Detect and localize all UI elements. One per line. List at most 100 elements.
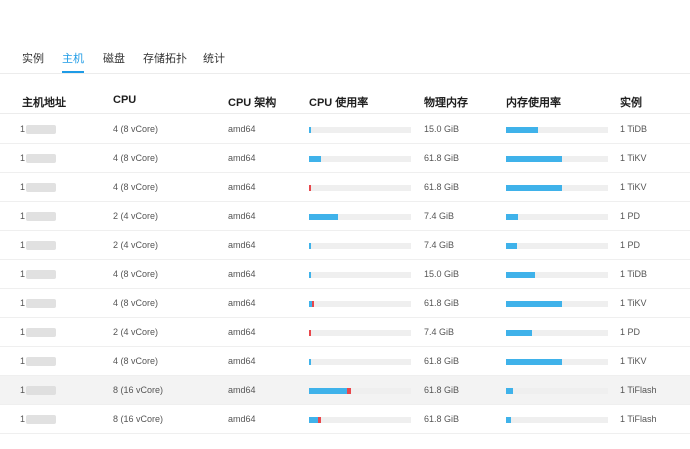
physical-memory: 61.8 GiB (424, 298, 460, 308)
cpu-usage-fill (309, 272, 311, 278)
cpu-usage-fill (309, 214, 338, 220)
instance-count[interactable]: 1 PD (620, 240, 640, 250)
table-row[interactable]: 1 2 (4 vCore) amd64 7.4 GiB 1 PD (0, 202, 690, 231)
instance-count[interactable]: 1 TiKV (620, 298, 647, 308)
physical-memory: 61.8 GiB (424, 153, 460, 163)
cpu-arch: amd64 (228, 211, 256, 221)
table-row[interactable]: 1 2 (4 vCore) amd64 7.4 GiB 1 PD (0, 318, 690, 347)
cpu-usage-critical (312, 301, 314, 307)
physical-memory: 61.8 GiB (424, 356, 460, 366)
cpu-usage-fill (309, 359, 311, 365)
redacted-address-mask (26, 183, 56, 192)
table-row[interactable]: 1 4 (8 vCore) amd64 61.8 GiB 1 TiKV (0, 173, 690, 202)
column-header-cpu[interactable]: CPU (113, 94, 136, 106)
memory-usage-bar (506, 272, 608, 278)
cpu-usage-critical (347, 388, 351, 394)
memory-usage-bar (506, 214, 608, 220)
cpu-arch: amd64 (228, 327, 256, 337)
physical-memory: 7.4 GiB (424, 211, 455, 221)
instance-count[interactable]: 1 PD (620, 211, 640, 221)
cpu-arch: amd64 (228, 240, 256, 250)
cpu-usage-bar (309, 127, 411, 133)
memory-usage-fill (506, 301, 562, 307)
cpu-usage-bar (309, 185, 411, 191)
tab-hosts[interactable]: 主机 (62, 50, 84, 66)
active-tab-indicator (62, 71, 84, 73)
redacted-address-mask (26, 386, 56, 395)
memory-usage-fill (506, 388, 513, 394)
host-address-text: 1 (20, 182, 26, 192)
cpu-usage-bar (309, 417, 411, 423)
table-header: 主机地址 CPU CPU 架构 CPU 使用率 物理内存 内存使用率 实例 (0, 74, 690, 114)
cpu-cores: 2 (4 vCore) (113, 240, 159, 250)
column-header-cpu-usage[interactable]: CPU 使用率 (309, 94, 368, 110)
host-address: 1 (20, 269, 66, 280)
instance-count[interactable]: 1 PD (620, 327, 640, 337)
memory-usage-bar (506, 243, 608, 249)
physical-memory: 15.0 GiB (424, 124, 460, 134)
memory-usage-fill (506, 243, 517, 249)
memory-usage-fill (506, 156, 562, 162)
tab-disks[interactable]: 磁盘 (103, 50, 125, 66)
cpu-usage-bar (309, 156, 411, 162)
table-row[interactable]: 1 4 (8 vCore) amd64 15.0 GiB 1 TiDB (0, 115, 690, 144)
instance-count[interactable]: 1 TiFlash (620, 385, 657, 395)
cpu-arch: amd64 (228, 124, 256, 134)
physical-memory: 61.8 GiB (424, 182, 460, 192)
host-address: 1 (20, 327, 66, 338)
redacted-address-mask (26, 299, 56, 308)
instance-count[interactable]: 1 TiFlash (620, 414, 657, 424)
cpu-arch: amd64 (228, 298, 256, 308)
instance-count[interactable]: 1 TiDB (620, 269, 647, 279)
cpu-usage-fill (309, 388, 347, 394)
table-row[interactable]: 1 2 (4 vCore) amd64 7.4 GiB 1 PD (0, 231, 690, 260)
instance-count[interactable]: 1 TiKV (620, 153, 647, 163)
table-row[interactable]: 1 4 (8 vCore) amd64 61.8 GiB 1 TiKV (0, 289, 690, 318)
cpu-usage-fill (309, 127, 311, 133)
memory-usage-bar (506, 301, 608, 307)
instance-count[interactable]: 1 TiDB (620, 124, 647, 134)
table-row[interactable]: 1 8 (16 vCore) amd64 61.8 GiB 1 TiFlash (0, 376, 690, 405)
host-address: 1 (20, 153, 66, 164)
instance-count[interactable]: 1 TiKV (620, 182, 647, 192)
cpu-usage-bar (309, 243, 411, 249)
host-address: 1 (20, 414, 66, 425)
tab-statistics[interactable]: 统计 (203, 50, 225, 66)
column-header-arch[interactable]: CPU 架构 (228, 94, 276, 110)
cpu-cores: 4 (8 vCore) (113, 269, 159, 279)
physical-memory: 61.8 GiB (424, 385, 460, 395)
memory-usage-fill (506, 127, 538, 133)
physical-memory: 7.4 GiB (424, 327, 455, 337)
redacted-address-mask (26, 270, 56, 279)
cpu-arch: amd64 (228, 356, 256, 366)
cpu-cores: 4 (8 vCore) (113, 182, 159, 192)
host-address-text: 1 (20, 414, 26, 424)
instance-count[interactable]: 1 TiKV (620, 356, 647, 366)
cpu-cores: 2 (4 vCore) (113, 211, 159, 221)
cpu-usage-bar (309, 359, 411, 365)
host-address-text: 1 (20, 211, 26, 221)
memory-usage-bar (506, 156, 608, 162)
memory-usage-bar (506, 359, 608, 365)
column-header-instance[interactable]: 实例 (620, 94, 642, 110)
redacted-address-mask (26, 357, 56, 366)
table-row[interactable]: 1 4 (8 vCore) amd64 61.8 GiB 1 TiKV (0, 347, 690, 376)
tab-storage-topology[interactable]: 存储拓扑 (143, 50, 187, 66)
cpu-usage-critical (318, 417, 321, 423)
tab-instances[interactable]: 实例 (22, 50, 44, 66)
table-row[interactable]: 1 4 (8 vCore) amd64 61.8 GiB 1 TiKV (0, 144, 690, 173)
host-address-text: 1 (20, 298, 26, 308)
column-header-memory[interactable]: 物理内存 (424, 94, 468, 110)
redacted-address-mask (26, 328, 56, 337)
column-header-memory-usage[interactable]: 内存使用率 (506, 94, 561, 110)
table-row[interactable]: 1 8 (16 vCore) amd64 61.8 GiB 1 TiFlash (0, 405, 690, 434)
memory-usage-fill (506, 272, 535, 278)
host-address-text: 1 (20, 153, 26, 163)
cpu-arch: amd64 (228, 182, 256, 192)
cpu-cores: 4 (8 vCore) (113, 153, 159, 163)
physical-memory: 61.8 GiB (424, 414, 460, 424)
host-address-text: 1 (20, 385, 26, 395)
column-header-host[interactable]: 主机地址 (22, 94, 66, 110)
tab-bar: 实例 主机 磁盘 存储拓扑 统计 (0, 0, 690, 74)
table-row[interactable]: 1 4 (8 vCore) amd64 15.0 GiB 1 TiDB (0, 260, 690, 289)
